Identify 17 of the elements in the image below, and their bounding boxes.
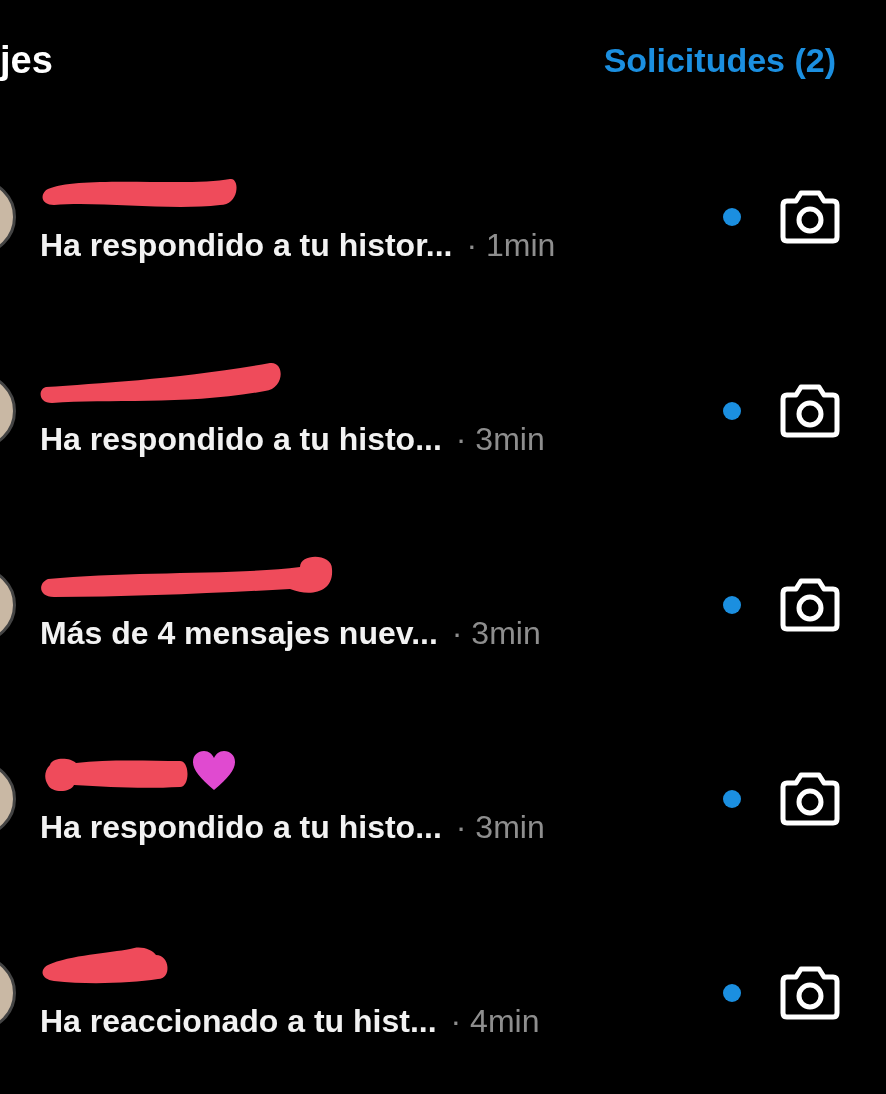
requests-link[interactable]: Solicitudes (2)	[603, 34, 836, 86]
message-preview: Ha respondido a tu histo...	[40, 808, 442, 847]
timestamp: · 1min	[466, 226, 556, 265]
camera-icon[interactable]	[779, 577, 841, 633]
message-preview: Ha reaccionado a tu hist...	[40, 1002, 437, 1041]
camera-icon[interactable]	[779, 189, 841, 245]
timestamp: · 3min	[455, 808, 545, 847]
message-preview: Ha respondido a tu histo...	[40, 420, 442, 459]
timestamp: · 3min	[455, 420, 545, 459]
message-preview: Ha respondido a tu histor...	[40, 226, 453, 265]
message-preview: Más de 4 mensajes nuev...	[40, 614, 438, 653]
camera-icon[interactable]	[779, 965, 841, 1021]
screen-title: jes	[0, 37, 53, 83]
timestamp: · 3min	[451, 614, 541, 653]
camera-icon[interactable]	[779, 771, 841, 827]
timestamp: · 4min	[450, 1002, 540, 1041]
camera-icon[interactable]	[779, 383, 841, 439]
